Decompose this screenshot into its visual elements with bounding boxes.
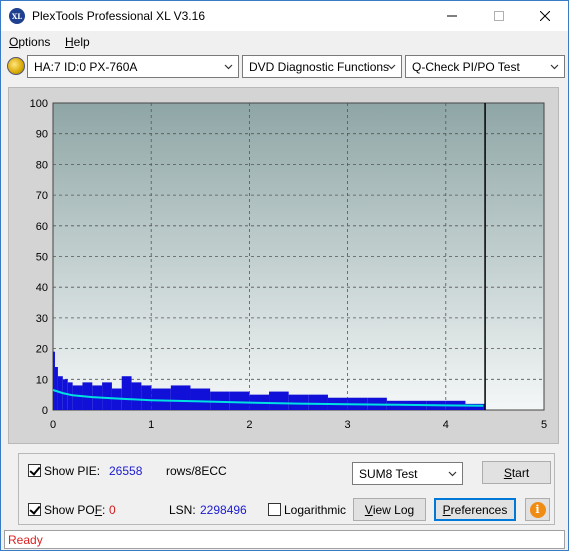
controls-panel: Show PIE: 26558 rows/8ECC SUM8 Test Star… — [18, 453, 555, 525]
show-pof-label-mnemonic: F — [94, 503, 103, 517]
pie-value: 26558 — [109, 464, 143, 478]
x-tick-label: 0 — [50, 419, 56, 431]
show-pie-label: Show PIE: — [44, 464, 101, 478]
y-tick-label: 10 — [36, 374, 48, 386]
x-axis-ticks: 0 1 2 3 4 5 — [50, 419, 547, 431]
title-bar[interactable]: XL PlexTools Professional XL V3.16 — [1, 1, 568, 31]
test-select[interactable]: Q-Check PI/PO Test — [405, 55, 565, 78]
menu-options-label: ptions — [18, 35, 51, 49]
show-pof-checkbox[interactable] — [28, 503, 41, 516]
app-icon: XL — [9, 8, 25, 24]
pie-bar — [190, 388, 211, 410]
test-select-value: Q-Check PI/PO Test — [412, 59, 520, 74]
chart-panel: 0 10 20 30 40 50 60 70 80 90 100 0 1 2 3 4 5 — [8, 87, 559, 444]
x-tick-label: 3 — [345, 419, 351, 431]
info-icon: i — [529, 501, 546, 518]
app-window: XL PlexTools Professional XL V3.16 Optio… — [0, 0, 569, 551]
chevron-down-icon — [550, 64, 559, 70]
pie-chart: 0 10 20 30 40 50 60 70 80 90 100 0 1 2 3 4 5 — [30, 98, 547, 431]
lsn-label: LSN: — [169, 503, 196, 517]
pie-bar — [72, 385, 83, 410]
pie-bar — [170, 385, 191, 410]
start-label: tart — [511, 465, 530, 480]
pie-bar — [131, 382, 142, 410]
maximize-icon — [494, 11, 504, 21]
minimize-button[interactable] — [429, 1, 475, 31]
pie-bar — [67, 382, 73, 410]
y-tick-label: 50 — [36, 252, 48, 264]
menu-options-mnemonic: O — [9, 35, 19, 49]
toolbar: HA:7 ID:0 PX-760A DVD Diagnostic Functio… — [1, 53, 568, 81]
close-icon — [540, 11, 550, 21]
y-tick-label: 100 — [30, 98, 48, 110]
y-tick-label: 90 — [36, 129, 48, 141]
pof-value: 0 — [109, 503, 116, 517]
logarithmic-checkbox[interactable] — [268, 503, 281, 516]
info-button[interactable]: i — [525, 498, 550, 521]
y-tick-label: 30 — [36, 313, 48, 325]
y-tick-label: 20 — [36, 344, 48, 356]
drive-select-value: HA:7 ID:0 PX-760A — [34, 59, 138, 74]
show-pie-checkbox[interactable] — [28, 464, 41, 477]
show-pof-label-post: : — [102, 503, 106, 517]
show-pof-label: Show POF: — [44, 503, 105, 517]
pie-bar — [54, 367, 58, 410]
x-tick-label: 5 — [541, 419, 547, 431]
preferences-button[interactable]: Preferences — [434, 498, 516, 521]
pie-bar — [308, 394, 328, 410]
test-mode-select[interactable]: SUM8 Test — [352, 462, 463, 485]
function-select-value: DVD Diagnostic Functions — [249, 59, 390, 74]
drive-icon — [7, 57, 25, 75]
lsn-value: 2298496 — [200, 503, 247, 517]
y-axis-ticks: 0 10 20 30 40 50 60 70 80 90 100 — [30, 98, 48, 417]
pie-unit: rows/8ECC — [166, 464, 227, 478]
test-mode-value: SUM8 Test — [359, 466, 418, 481]
x-tick-label: 2 — [246, 419, 252, 431]
chevron-down-icon — [224, 64, 233, 70]
menu-help[interactable]: Help — [65, 35, 90, 49]
x-tick-label: 1 — [148, 419, 154, 431]
view-log-mnemonic: V — [364, 502, 373, 517]
menu-help-label: elp — [73, 35, 90, 49]
maximize-button[interactable] — [476, 1, 522, 31]
y-tick-label: 0 — [42, 405, 48, 417]
window-title: PlexTools Professional XL V3.16 — [32, 9, 205, 23]
y-tick-label: 70 — [36, 190, 48, 202]
preferences-label: references — [450, 502, 508, 517]
start-button[interactable]: Start — [482, 461, 551, 484]
y-tick-label: 40 — [36, 282, 48, 294]
start-mnemonic: S — [503, 465, 512, 480]
pie-bar — [102, 382, 112, 410]
minimize-icon — [447, 15, 457, 17]
menu-options[interactable]: Options — [9, 35, 50, 49]
pie-bar — [288, 394, 309, 410]
status-bar: Ready — [1, 529, 568, 550]
pie-bar — [141, 385, 152, 410]
y-tick-label: 80 — [36, 159, 48, 171]
pie-bar — [121, 376, 132, 410]
chevron-down-icon — [387, 64, 396, 70]
menu-bar: Options Help — [1, 31, 568, 53]
drive-select[interactable]: HA:7 ID:0 PX-760A — [27, 55, 239, 78]
status-text: Ready — [4, 530, 565, 549]
logarithmic-label: Logarithmic — [284, 503, 347, 517]
close-button[interactable] — [522, 1, 568, 31]
show-pof-label-pre: Show PO — [44, 503, 95, 517]
pie-bar — [269, 391, 289, 410]
x-tick-label: 4 — [443, 419, 449, 431]
pie-bar — [229, 391, 250, 410]
pie-bar — [151, 388, 171, 410]
preferences-mnemonic: P — [442, 502, 451, 517]
menu-help-mnemonic: H — [65, 35, 74, 49]
function-select[interactable]: DVD Diagnostic Functions — [242, 55, 402, 78]
chevron-down-icon — [448, 471, 457, 477]
pie-bar — [53, 351, 55, 410]
view-log-label: iew Log — [372, 502, 415, 517]
view-log-button[interactable]: View Log — [353, 498, 426, 521]
y-tick-label: 60 — [36, 221, 48, 233]
